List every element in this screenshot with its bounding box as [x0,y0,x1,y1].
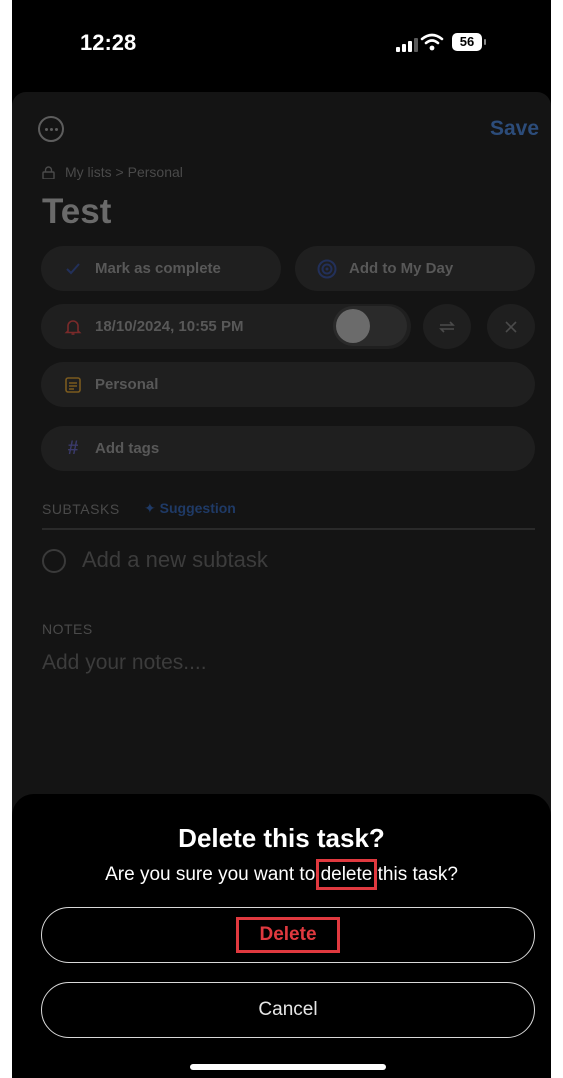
subtask-checkbox[interactable] [42,549,66,573]
frame-edge [0,0,12,1078]
cancel-button-label: Cancel [258,999,318,1020]
toggle-knob [336,309,370,343]
target-icon [317,259,337,279]
bell-icon [63,317,83,337]
add-to-my-day-label: Add to My Day [349,260,454,277]
hashtag-icon: # [67,437,79,459]
breadcrumb[interactable]: My lists > Personal [42,164,183,180]
repeat-button[interactable] [423,304,471,349]
dialog-message-start: Are you sure you want to [105,864,321,885]
suggestion-button[interactable]: ✦ Suggestion [144,500,236,517]
battery-icon: 56 [452,33,486,51]
status-time: 12:28 [80,30,137,55]
more-options-icon[interactable] [38,116,64,142]
repeat-icon [439,320,455,333]
home-indicator[interactable] [190,1064,386,1070]
divider [42,528,535,530]
dialog-message-highlight: delete [315,859,378,890]
add-tags-label: Add tags [95,440,160,457]
list-icon [63,375,83,395]
checkmark-icon [63,259,83,279]
lock-icon [42,165,55,179]
mark-complete-label: Mark as complete [95,260,221,277]
breadcrumb-text: My lists > Personal [65,164,183,180]
notes-label: NOTES [42,621,93,637]
subtasks-label: SUBTASKS [42,501,120,517]
dialog-message-end: this task? [372,864,458,885]
add-tags-button[interactable]: # Add tags [41,426,535,471]
dialog-message: Are you sure you want to delete this tas… [0,859,563,890]
dialog-title: Delete this task? [178,823,385,853]
mark-complete-button[interactable]: Mark as complete [41,246,281,291]
list-name: Personal [95,376,159,393]
suggestion-label: Suggestion [159,500,236,516]
new-subtask-input[interactable]: Add a new subtask [82,547,268,573]
list-selector[interactable]: Personal [41,362,535,407]
phone-screen: 12:28 56 Save My lists > Personal Test M… [0,0,563,1078]
task-title[interactable]: Test [42,192,111,232]
add-to-my-day-button[interactable]: Add to My Day [295,246,535,291]
wifi-icon [420,33,444,51]
reminder-toggle[interactable] [333,306,407,346]
save-button[interactable]: Save [490,117,539,141]
notes-input[interactable]: Add your notes.... [42,651,207,675]
reminder-datetime: 18/10/2024, 10:55 PM [95,318,244,335]
delete-button[interactable]: Delete [41,907,535,963]
cancel-button[interactable]: Cancel [41,982,535,1038]
delete-button-label: Delete [236,917,340,953]
close-icon [505,320,517,333]
cellular-signal-icon [396,38,418,52]
frame-edge [551,0,563,1078]
clear-reminder-button[interactable] [487,304,535,349]
sparkle-icon: ✦ [144,500,156,516]
